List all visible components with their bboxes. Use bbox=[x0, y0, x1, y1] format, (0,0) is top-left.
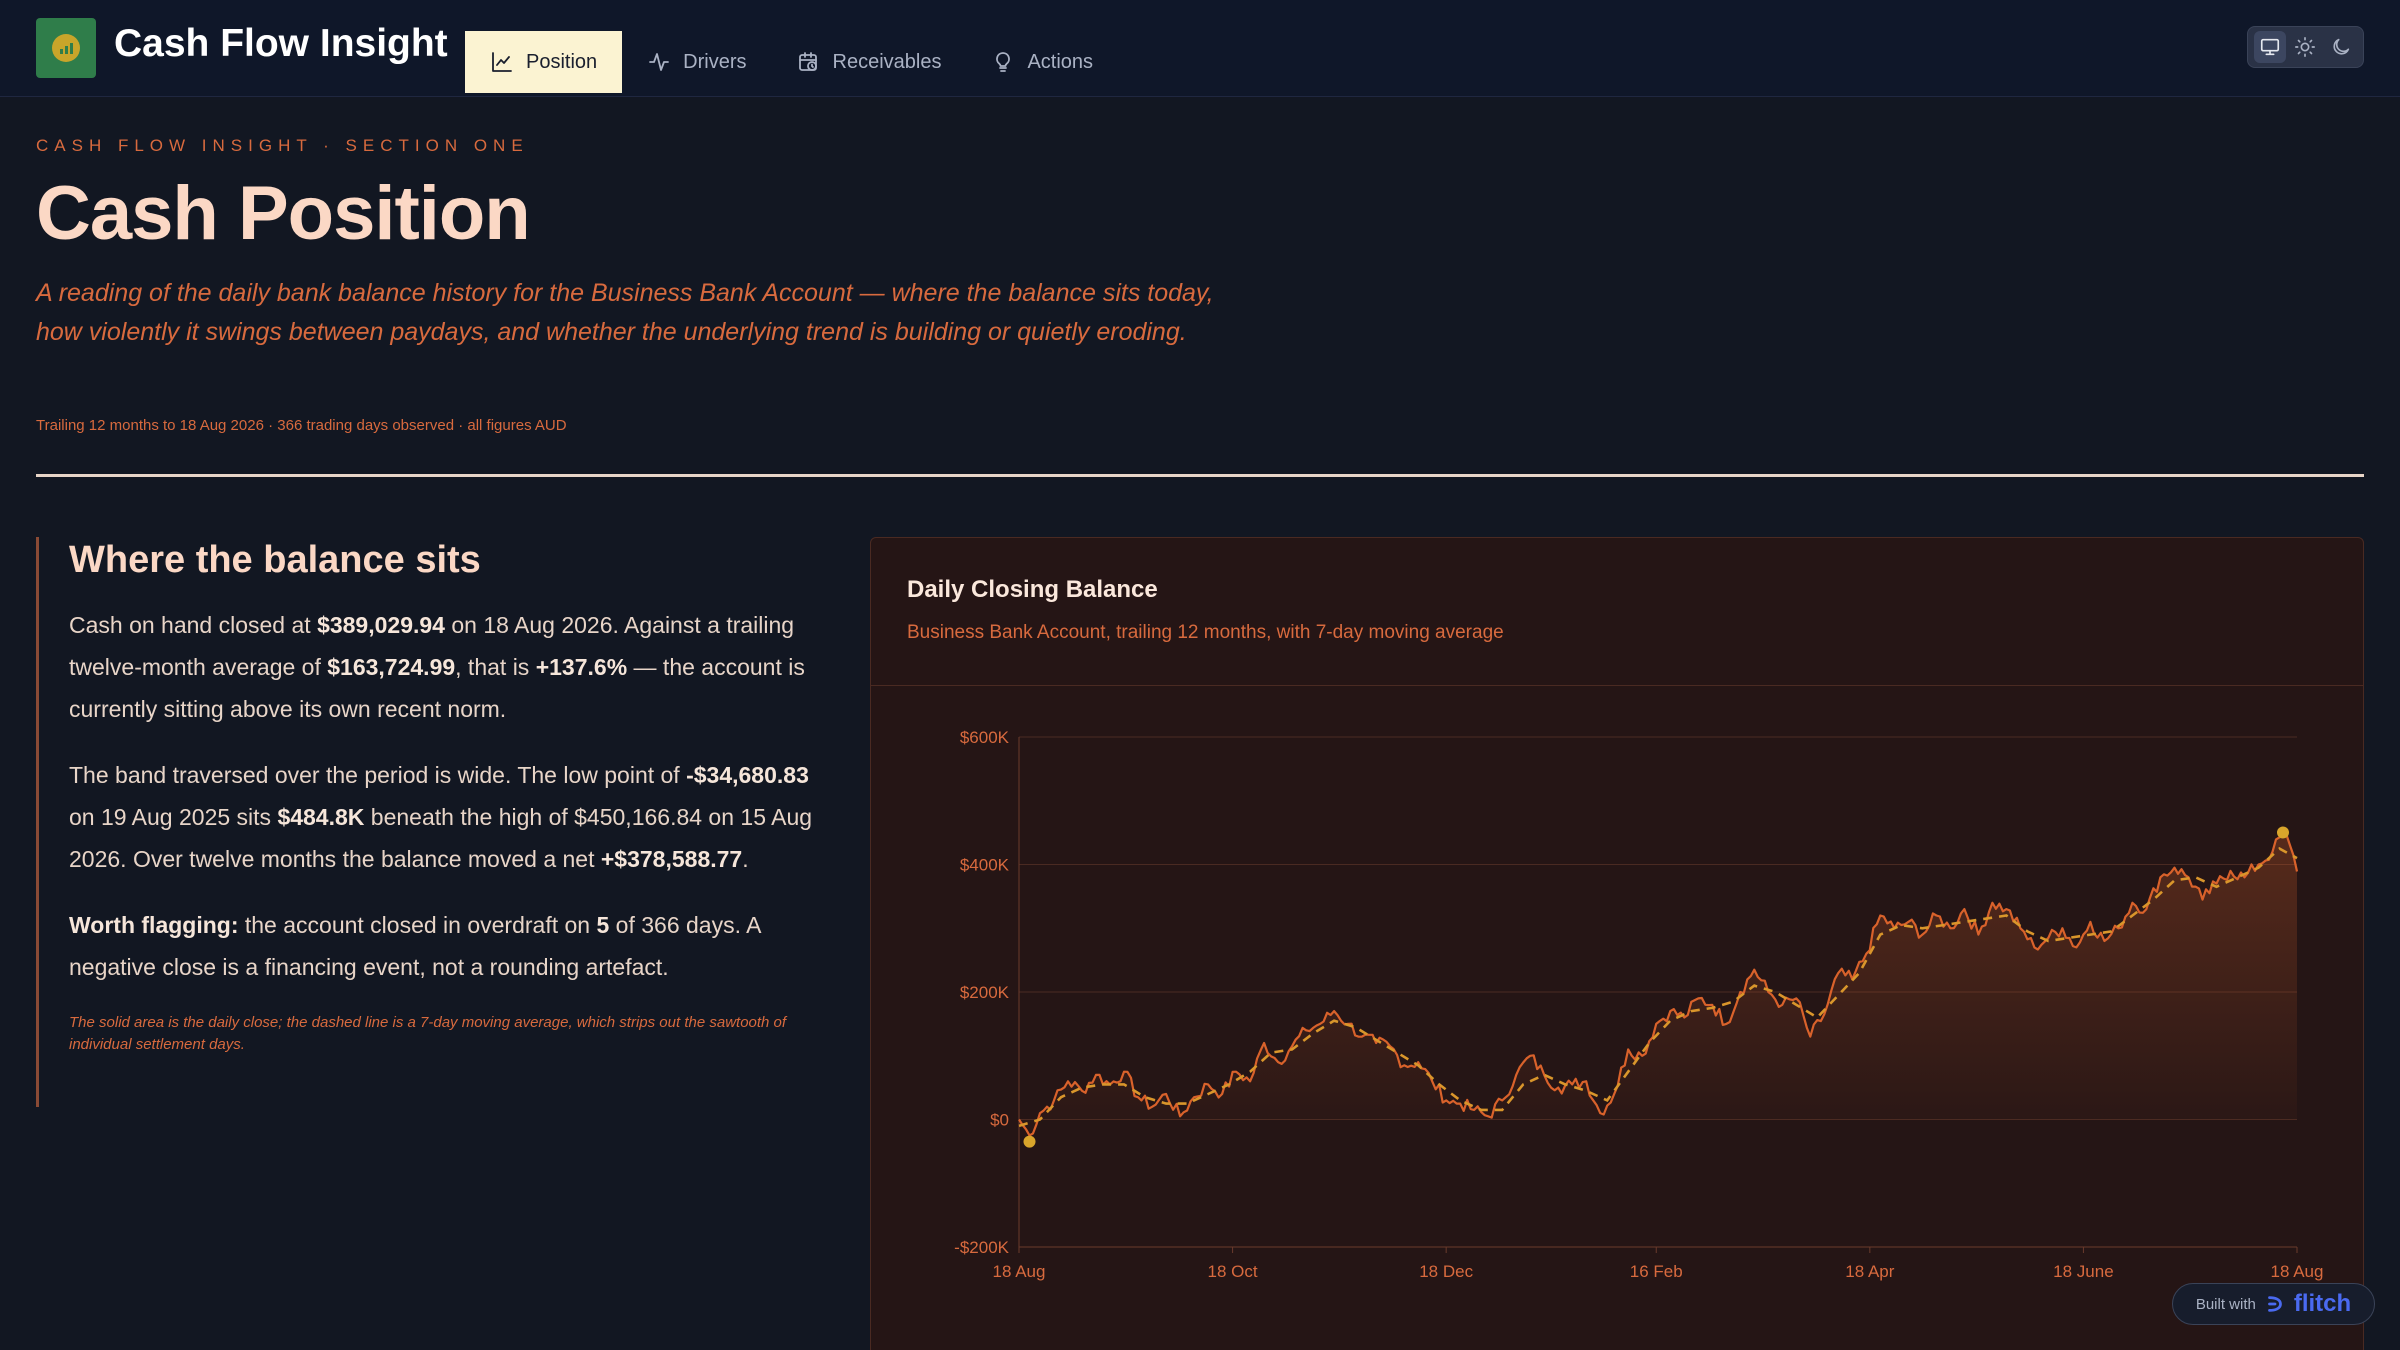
y-tick-label: $400K bbox=[960, 856, 1010, 875]
theme-dark-button[interactable] bbox=[2325, 31, 2357, 63]
tab-receivables[interactable]: Receivables bbox=[772, 31, 967, 93]
monitor-icon bbox=[2260, 38, 2279, 56]
balance-chart-card: Daily Closing Balance Business Bank Acco… bbox=[870, 537, 2364, 1350]
chart-footnote: The solid area is the daily close; the d… bbox=[69, 1014, 787, 1053]
bar-chart-icon bbox=[52, 34, 80, 62]
x-tick-label: 18 Aug bbox=[993, 1262, 1046, 1281]
tab-position[interactable]: Position bbox=[465, 31, 623, 93]
narrative-heading: Where the balance sits bbox=[69, 539, 481, 581]
section-divider bbox=[36, 474, 2364, 477]
activity-icon bbox=[649, 53, 670, 71]
badge-brand: flitch bbox=[2293, 1290, 2352, 1317]
x-tick-label: 18 Oct bbox=[1208, 1262, 1258, 1281]
tab-actions-label: Actions bbox=[1027, 50, 1094, 73]
line-chart-icon bbox=[492, 52, 512, 72]
theme-light-button[interactable] bbox=[2289, 31, 2321, 63]
flag-lead: Worth flagging: bbox=[69, 912, 239, 938]
tab-drivers[interactable]: Drivers bbox=[622, 31, 771, 93]
calendar-clock-icon bbox=[798, 52, 817, 71]
low-marker bbox=[1023, 1135, 1036, 1148]
section-eyebrow: CASH FLOW INSIGHT · SECTION ONE bbox=[36, 136, 529, 155]
lightbulb-icon bbox=[996, 52, 1011, 72]
sun-icon bbox=[2295, 37, 2316, 57]
average-balance-value: $163,724.99 bbox=[327, 654, 456, 680]
nav-tabs: Position Drivers Receivables Actions bbox=[465, 31, 1118, 93]
range-value: $484.8K bbox=[277, 804, 365, 830]
tab-position-label: Position bbox=[526, 50, 598, 73]
tab-actions[interactable]: Actions bbox=[966, 31, 1118, 93]
net-movement-value: +$378,588.77 bbox=[600, 846, 743, 872]
y-tick-label: -$200K bbox=[954, 1238, 1009, 1257]
overdraft-days-value: 5 bbox=[596, 912, 610, 938]
theme-switcher bbox=[2247, 26, 2364, 68]
variance-percent-value: +137.6% bbox=[535, 654, 628, 680]
chart-card-header: Daily Closing Balance Business Bank Acco… bbox=[871, 538, 2363, 686]
badge-prefix: Built with bbox=[2195, 1295, 2256, 1313]
page-title: Cash Position bbox=[36, 171, 531, 256]
balance-narrative: Where the balance sits Cash on hand clos… bbox=[36, 537, 826, 1107]
y-tick-label: $600K bbox=[960, 728, 1010, 747]
x-tick-label: 18 June bbox=[2053, 1262, 2114, 1281]
theme-system-button[interactable] bbox=[2253, 31, 2286, 63]
daily-balance-chart[interactable]: -$200K $0 $200K $400K $600K 18 Aug 18 Oct 18 De… bbox=[871, 687, 2363, 1350]
built-with-badge[interactable]: Built with flitch bbox=[2172, 1283, 2375, 1325]
high-marker bbox=[2276, 826, 2289, 839]
low-balance-value: -$34,680.83 bbox=[686, 762, 809, 788]
page-meta: Trailing 12 months to 18 Aug 2026 · 366 … bbox=[36, 417, 567, 434]
narrative-paragraph-3: Worth flagging: the account closed in ov… bbox=[69, 912, 761, 980]
x-tick-label: 16 Feb bbox=[1630, 1262, 1683, 1281]
moon-icon bbox=[2333, 38, 2350, 55]
app-title: Cash Flow Insight bbox=[114, 22, 448, 65]
y-tick-label: $200K bbox=[960, 983, 1010, 1002]
tab-receivables-label: Receivables bbox=[832, 50, 942, 73]
page-lede: A reading of the daily bank balance hist… bbox=[36, 279, 1214, 346]
y-tick-label: $0 bbox=[990, 1111, 1009, 1130]
narrative-paragraph-2: The band traversed over the period is wi… bbox=[69, 762, 813, 872]
balance-area bbox=[1019, 832, 2297, 1136]
x-tick-label: 18 Dec bbox=[1419, 1262, 1473, 1281]
x-tick-label: 18 Aug bbox=[2271, 1262, 2324, 1281]
chart-subtitle: Business Bank Account, trailing 12 month… bbox=[907, 622, 1504, 643]
flitch-logo-icon bbox=[2267, 1296, 2282, 1312]
closing-balance-value: $389,029.94 bbox=[317, 612, 445, 638]
narrative-paragraph-1: Cash on hand closed at $389,029.94 on 18… bbox=[69, 612, 805, 722]
x-tick-label: 18 Apr bbox=[1845, 1262, 1894, 1281]
chart-title: Daily Closing Balance bbox=[907, 576, 1158, 603]
tab-drivers-label: Drivers bbox=[683, 50, 747, 73]
app-logo[interactable] bbox=[36, 18, 96, 78]
top-bar: Cash Flow Insight Position Drivers Recei… bbox=[0, 0, 2400, 97]
